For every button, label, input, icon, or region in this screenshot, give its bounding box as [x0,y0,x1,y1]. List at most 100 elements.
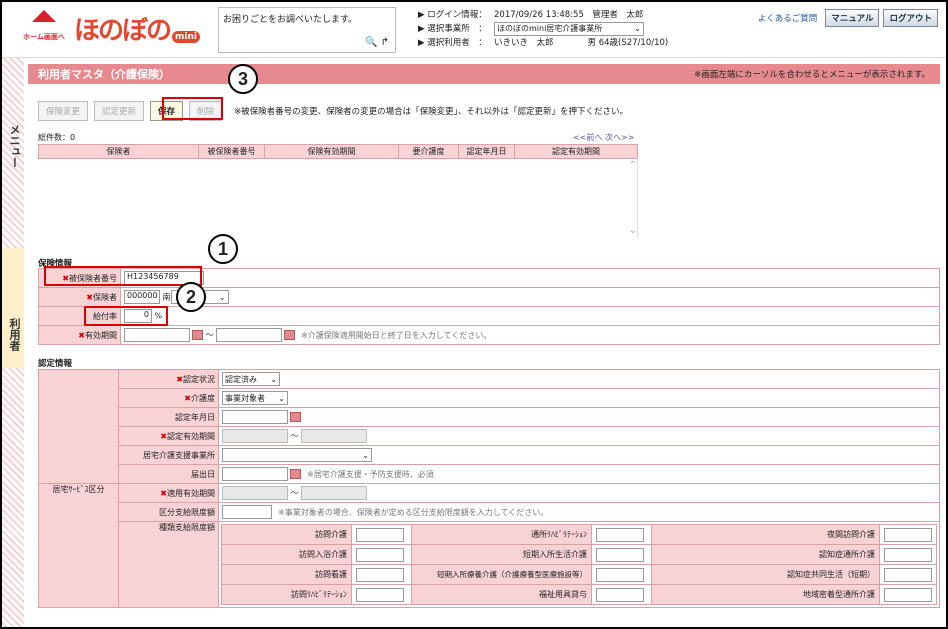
office-label: 居宅介護支援事業所 [143,450,215,460]
toolbar: 保険変更 認定更新 保存 削除 ※被保険者番号の変更、保険者の変更の場合は「保険… [38,101,628,121]
service-input[interactable] [596,587,644,602]
period-label: 有効期間 [85,330,117,340]
applied-end[interactable] [301,486,368,500]
service-label: 短期入所生活介護 [411,544,592,565]
service-input[interactable] [596,567,644,582]
service-label: 訪問介護 [221,524,352,545]
header: ホーム画面へ ほのぼの mini お困りごとをお調べいたします。 🔍 ↱ ▶ ログ… [2,2,946,58]
office-select[interactable]: ほのぼのmini居宅介護事業所 ⌄ [494,22,644,36]
column-header: 認定年月日 [458,144,515,159]
cert-period-start[interactable] [222,429,288,443]
sidebar-menu-tab[interactable]: メニュー [6,124,22,168]
cert-form: ✖認定状況 認定済み ⌄ ✖介護度 事業対象者 ⌄ 認定年月日 ✖認定有効期間 ～ 居宅… [38,369,940,608]
manual-button[interactable]: マニュアル [825,9,880,27]
applied-sep: ～ [290,488,299,498]
period-start-input[interactable] [124,328,190,342]
service-input[interactable] [884,567,932,582]
service-input[interactable] [356,587,404,602]
history-table: 保険者 被保険者番号 保険有効期間 要介護度 認定年月日 認定有効期間 [38,144,638,159]
service-input[interactable] [356,547,404,562]
delete-button[interactable]: 削除 [189,101,223,121]
level-select[interactable]: 事業対象者 ⌄ [222,391,288,405]
save-button[interactable]: 保存 [150,101,184,121]
search-placeholder: お困りごとをお調べいたします。 [223,15,358,25]
care-office-select[interactable]: ⌄ [222,448,372,462]
service-input[interactable] [356,567,404,582]
callout-2: 2 [176,282,206,312]
cert-period-end[interactable] [301,429,368,443]
service-input[interactable] [596,547,644,562]
house-icon [32,10,56,22]
limit-input[interactable] [222,505,272,519]
calendar-icon[interactable] [192,330,203,340]
chevron-down-icon: ⌄ [278,393,285,403]
calendar-icon[interactable] [290,469,301,479]
service-label: 訪問看護 [221,564,352,585]
title-bar: 利用者マスタ（介護保険） ※画面左端にカーソルを合わせるとメニューが表示されます… [28,64,940,84]
faq-link[interactable]: よくあるご質問 [758,12,818,24]
applied-label: 適用有効期間 [167,488,215,498]
cert-period-label: 認定有効期間 [167,431,215,441]
app-window: ホーム画面へ ほのぼの mini お困りごとをお調べいたします。 🔍 ↱ ▶ ログ… [0,0,948,629]
service-input[interactable] [884,587,932,602]
insured-no-label: 被保険者番号 [69,273,117,283]
period-end-input[interactable] [216,328,283,342]
column-header: 認定有効期間 [514,144,638,159]
sidebar-user-tab[interactable]: 利用者 [2,248,24,368]
rate-input[interactable]: 0 [124,309,152,323]
service-grid: 訪問介護 通所ﾘﾊﾋﾞﾘﾃｰｼｮﾝ 夜間訪問介護 訪問入浴介護 短期入所生活介護認知症… [221,524,937,605]
history-scroll-area[interactable]: ⌃ ⌄ [38,158,638,238]
pager[interactable]: <<前へ 次へ>> [573,132,634,143]
calendar-icon[interactable] [290,412,301,422]
service-input[interactable] [356,527,404,542]
office-key: ▶ 選択事業所 ： [418,24,487,34]
logout-button[interactable]: ログアウト [883,9,938,27]
total-count: 総件数：0 [38,133,76,142]
insurer-name: 南 [162,292,171,302]
rate-unit: % [154,311,163,321]
home-label: ホーム画面へ [23,33,65,41]
service-label: 地域密着型通所介護 [651,584,880,605]
chevron-down-icon: ⌄ [270,374,277,384]
applied-start[interactable] [222,486,288,500]
scroll-down-icon[interactable]: ⌄ [629,225,637,236]
login-info: ▶ ログイン情報： 2017/09/26 13:48:55 管理者 太郎 ▶ 選択… [418,8,668,50]
date-label: 認定年月日 [175,412,215,422]
service-input[interactable] [884,527,932,542]
service-label: 短期入所療養介護（介護療養型医療施設等） [411,564,592,585]
page-title: 利用者マスタ（介護保険） [38,68,170,81]
search-box[interactable]: お困りごとをお調べいたします。 🔍 ↱ [218,7,396,53]
service-label: 訪問入浴介護 [221,544,352,565]
service-label: 認知症共同生活（短期） [651,564,880,585]
report-input[interactable] [222,467,288,481]
cert-update-button[interactable]: 認定更新 [94,101,145,121]
scroll-up-icon[interactable]: ⌃ [629,160,637,171]
level-label: 介護度 [191,393,215,403]
service-label: 訪問ﾘﾊﾋﾞﾘﾃｰｼｮﾝ [221,584,352,605]
arrow-icon[interactable]: ↱ [381,37,389,48]
status-label: 認定状況 [183,374,215,384]
search-icon[interactable]: 🔍 [365,37,377,48]
cert-section-title: 認定情報 [38,359,73,369]
column-header: 保険者 [38,144,199,159]
status-select[interactable]: 認定済み ⌄ [222,372,280,386]
main-panel: 利用者マスタ（介護保険） ※画面左端にカーソルを合わせるとメニューが表示されます… [28,64,940,627]
sidebar[interactable]: メニュー 利用者 [2,58,24,627]
service-label: 福祉用具貸与 [411,584,592,605]
report-hint: ※居宅介護支援・予防支援時、必須 [307,469,434,479]
service-input[interactable] [596,527,644,542]
insurance-change-button[interactable]: 保険変更 [38,101,89,121]
logo: ほのぼの mini [74,10,214,50]
callout-1: 1 [208,234,238,264]
calendar-icon[interactable] [284,330,296,340]
date-input[interactable] [222,410,288,424]
user-key: ▶ 選択利用者 ： [418,38,487,48]
service-input[interactable] [884,547,932,562]
home-button[interactable]: ホーム画面へ [20,10,68,46]
page-notice: ※画面左端にカーソルを合わせるとメニューが表示されます。 [694,70,930,80]
service-label: 夜間訪問介護 [651,524,880,545]
service-label: 通所ﾘﾊﾋﾞﾘﾃｰｼｮﾝ [411,524,592,545]
insurer-code-input[interactable]: 000000 [124,290,160,304]
svc-label: 居宅ｻｰﾋﾞｽ区分 [52,485,105,494]
insurance-form: ✖被保険者番号 H123456789 ✖保険者 000000 南 ⌄ 給付率 0 % ✖… [38,268,940,345]
